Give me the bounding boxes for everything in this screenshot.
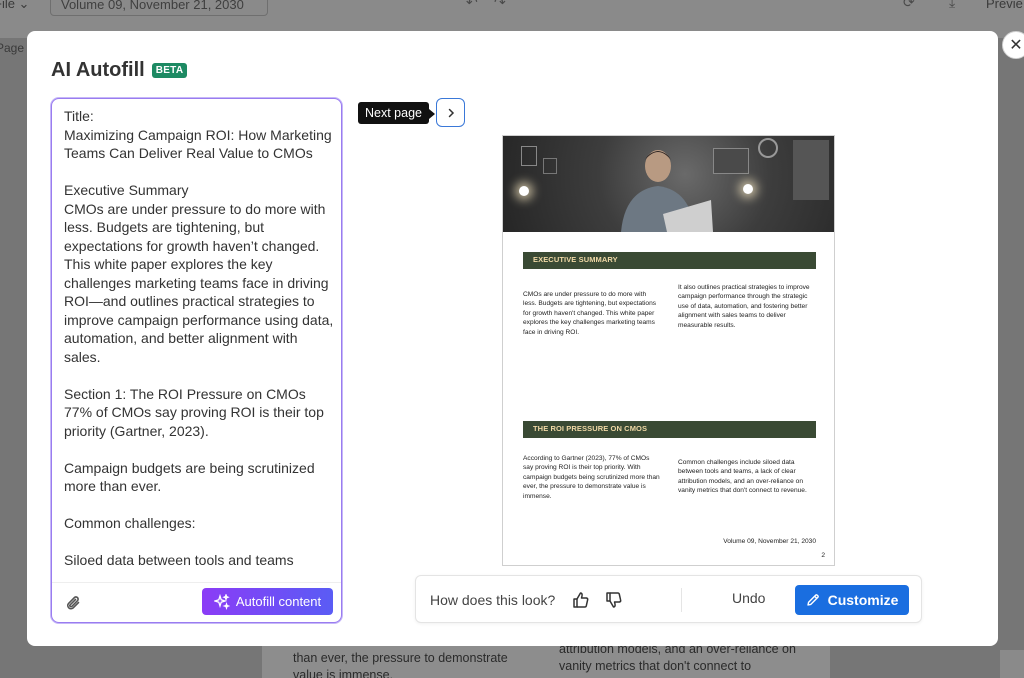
background-doc-text-right: attribution models, and an over-reliance… bbox=[559, 642, 796, 673]
sync-icon[interactable]: ⟳ bbox=[903, 0, 915, 11]
modal-title: AI Autofill bbox=[51, 59, 145, 81]
autofill-content-button[interactable]: Autofill content bbox=[202, 588, 333, 615]
wall-clock bbox=[758, 138, 778, 158]
lamp-light bbox=[519, 186, 529, 196]
ai-autofill-modal: AI Autofill BETA Title: Maximizing Campa… bbox=[27, 31, 998, 646]
modal-header: AI Autofill BETA bbox=[51, 59, 188, 82]
pencil-icon bbox=[806, 594, 819, 606]
background-scroll-strip bbox=[1000, 650, 1024, 678]
section-title: EXECUTIVE SUMMARY bbox=[533, 255, 618, 264]
section1-right-text: It also outlines practical strategies to… bbox=[678, 284, 810, 329]
close-icon[interactable]: ✕ bbox=[1002, 31, 1024, 59]
sparkle-icon bbox=[213, 593, 230, 610]
hero-image bbox=[503, 136, 834, 232]
next-page-button[interactable] bbox=[436, 98, 465, 127]
next-page-tooltip: Next page bbox=[358, 102, 435, 124]
feedback-divider bbox=[681, 588, 682, 612]
document-preview-page: EXECUTIVE SUMMARY CMOs are under pressur… bbox=[502, 135, 835, 566]
wall-board bbox=[793, 140, 829, 200]
wall-frame bbox=[543, 158, 557, 174]
editor-content[interactable]: Title: Maximizing Campaign ROI: How Mark… bbox=[64, 107, 334, 581]
section-bar-executive-summary: EXECUTIVE SUMMARY bbox=[523, 252, 816, 269]
undo-icon[interactable]: ↶ bbox=[466, 0, 478, 11]
person-illustration bbox=[621, 150, 713, 232]
file-menu[interactable]: File ⌄ bbox=[0, 0, 29, 12]
background-doc-text-left: than ever, the pressure to demonstrate v… bbox=[293, 651, 508, 678]
editor-footer: Autofill content bbox=[52, 582, 341, 622]
volume-field[interactable]: Volume 09, November 21, 2030 bbox=[50, 0, 268, 16]
lamp-light bbox=[743, 184, 753, 194]
paperclip-icon[interactable] bbox=[64, 593, 84, 613]
undo-button[interactable]: Undo bbox=[732, 590, 765, 606]
section2-left-text: According to Gartner (2023), 77% of CMOs… bbox=[523, 455, 660, 500]
autofill-editor[interactable]: Title: Maximizing Campaign ROI: How Mark… bbox=[51, 98, 342, 623]
chevron-right-icon bbox=[448, 108, 454, 117]
thumbs-up-icon[interactable] bbox=[571, 590, 591, 610]
beta-badge: BETA bbox=[151, 63, 188, 78]
feedback-bar: How does this look? Undo Customize bbox=[415, 575, 922, 623]
section-bar-roi-pressure: THE ROI PRESSURE ON CMOS bbox=[523, 421, 816, 438]
section-title: THE ROI PRESSURE ON CMOS bbox=[533, 424, 648, 433]
thumbs-down-icon[interactable] bbox=[604, 590, 624, 610]
feedback-question: How does this look? bbox=[430, 592, 556, 608]
wall-frame bbox=[521, 146, 537, 166]
customize-button[interactable]: Customize bbox=[795, 585, 909, 615]
redo-icon[interactable]: ↷ bbox=[494, 0, 506, 11]
document-footer: Volume 09, November 21, 2030 bbox=[723, 538, 816, 545]
page-number: 2 bbox=[821, 552, 825, 559]
download-icon[interactable]: ⤓ bbox=[949, 0, 955, 11]
customize-button-label: Customize bbox=[827, 592, 899, 608]
wall-chart bbox=[713, 148, 749, 174]
autofill-button-label: Autofill content bbox=[235, 594, 322, 609]
preview-button[interactable]: Previe bbox=[986, 0, 1023, 11]
section1-left-text: CMOs are under pressure to do more with … bbox=[523, 291, 657, 336]
section2-right-text: Common challenges include siloed data be… bbox=[678, 459, 807, 495]
page-tab[interactable]: Page bbox=[0, 41, 24, 55]
